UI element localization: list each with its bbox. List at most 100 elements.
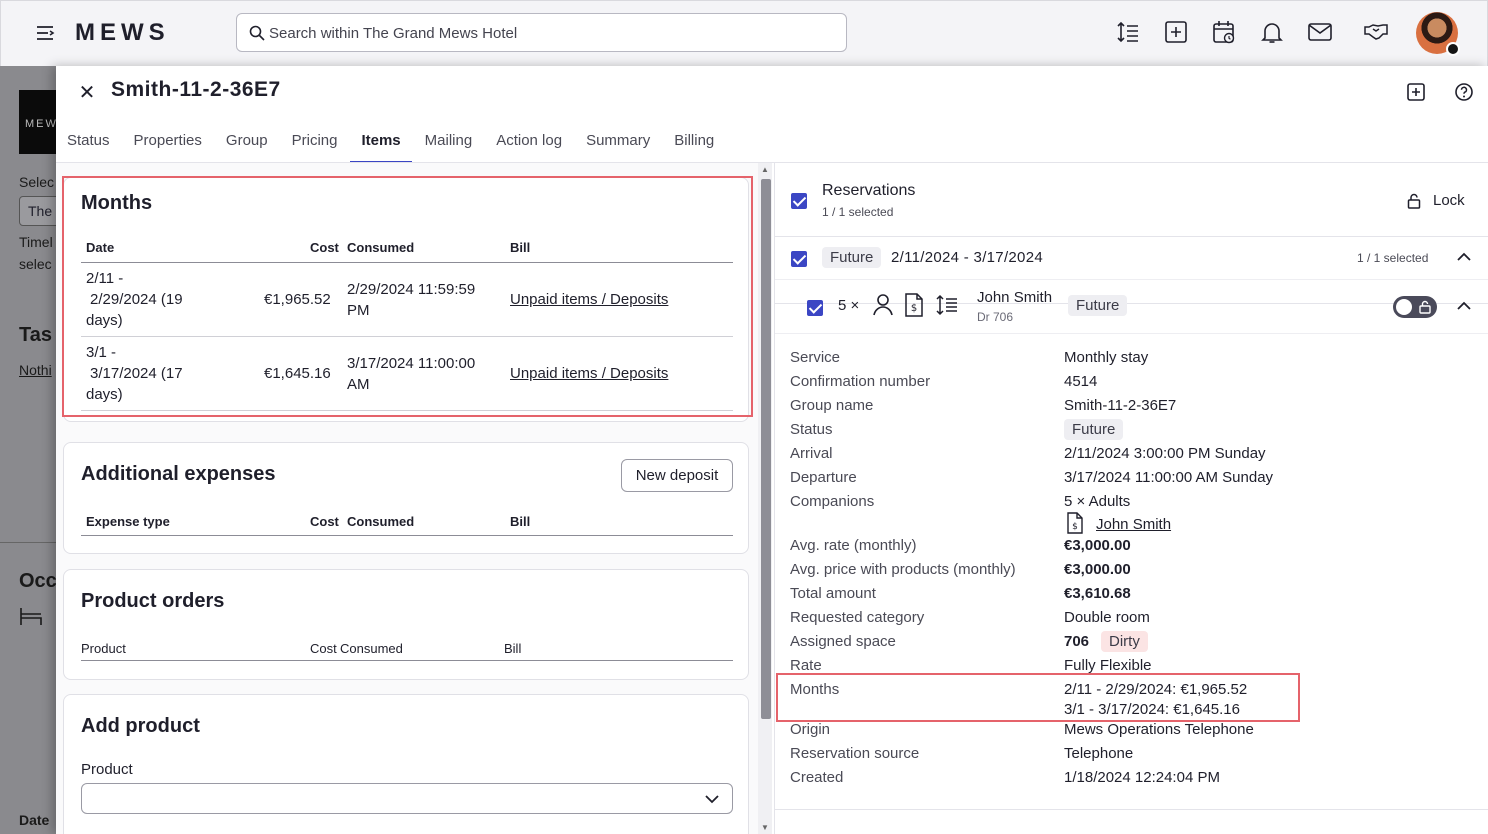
product-select[interactable] xyxy=(81,783,733,814)
product-orders-title: Product orders xyxy=(81,590,225,612)
product-orders-card: Product orders Product Cost Consumed Bil… xyxy=(63,569,749,680)
bill-link[interactable]: Unpaid items / Deposits xyxy=(510,363,668,384)
cost-cell: €1,965.52 xyxy=(264,291,331,308)
months-title: Months xyxy=(81,192,153,214)
background-select2: selec xyxy=(19,256,52,272)
user-avatar[interactable] xyxy=(1416,12,1460,56)
companions-label: Companions xyxy=(790,493,875,510)
room-number: Dr 706 xyxy=(977,310,1014,324)
col-consumed: Consumed xyxy=(347,514,415,529)
requested-label: Requested category xyxy=(790,609,925,626)
row-divider xyxy=(81,410,733,411)
invoice-icon: $ xyxy=(1067,512,1083,534)
tab-summary[interactable]: Summary xyxy=(586,126,650,163)
handshake-icon[interactable] xyxy=(1363,19,1389,45)
col-cost: Cost xyxy=(310,641,337,656)
arrival-label: Arrival xyxy=(790,445,833,462)
chevron-up-icon[interactable] xyxy=(1456,251,1472,263)
dirty-badge: Dirty xyxy=(1101,631,1148,652)
col-date: Date xyxy=(86,240,115,255)
scroll-down-icon[interactable]: ▼ xyxy=(761,823,769,832)
tab-action-log[interactable]: Action log xyxy=(496,126,562,163)
departure-label: Departure xyxy=(790,469,857,486)
source-value: Telephone xyxy=(1064,745,1134,762)
invoice-icon: $ xyxy=(905,293,923,317)
help-icon[interactable] xyxy=(1454,82,1474,102)
tab-items[interactable]: Items xyxy=(350,126,412,163)
add-panel-icon[interactable] xyxy=(1406,82,1426,102)
lock-button[interactable]: Lock xyxy=(1407,192,1469,212)
group-checkbox[interactable] xyxy=(791,251,807,267)
consumed-cell: 2/29/2024 11:59:59 PM xyxy=(347,281,476,319)
group-dates: 2/11/2024 - 3/17/2024 xyxy=(891,249,1043,266)
calendar-icon[interactable] xyxy=(1211,19,1237,45)
tab-mailing[interactable]: Mailing xyxy=(425,126,473,163)
col-bill: Bill xyxy=(510,514,531,529)
bed-icon xyxy=(20,608,42,625)
sort-icon[interactable] xyxy=(1115,19,1141,45)
status-dot-icon xyxy=(1446,42,1460,56)
reservations-selected: 1 / 1 selected xyxy=(822,205,894,219)
cost-cell: €1,645.16 xyxy=(264,365,331,382)
mail-icon[interactable] xyxy=(1307,19,1333,45)
total-label: Total amount xyxy=(790,585,876,602)
avg-price-label: Avg. price with products (monthly) xyxy=(790,561,1016,578)
bell-icon[interactable] xyxy=(1259,19,1285,45)
add-icon[interactable] xyxy=(1163,19,1189,45)
arrival-value: 2/11/2024 3:00:00 PM Sunday xyxy=(1064,445,1266,462)
companion-link[interactable]: John Smith xyxy=(1096,516,1171,533)
months-label: Months xyxy=(790,681,840,698)
col-bill: Bill xyxy=(504,641,522,656)
confirmation-label: Confirmation number xyxy=(790,373,931,390)
menu-icon[interactable] xyxy=(35,23,55,43)
status-badge: Future xyxy=(1064,419,1124,440)
reservations-checkbox[interactable] xyxy=(791,193,807,209)
guest-name[interactable]: John Smith xyxy=(977,289,1052,306)
reservation-checkbox[interactable] xyxy=(807,300,823,316)
reservations-column: Reservations 1 / 1 selected Lock Future … xyxy=(774,163,1488,834)
origin-label: Origin xyxy=(790,721,831,738)
assigned-value: 706 xyxy=(1064,633,1090,650)
bill-link[interactable]: Unpaid items / Deposits xyxy=(510,289,668,310)
search-input[interactable] xyxy=(269,22,829,44)
additional-expenses-title: Additional expenses xyxy=(81,463,276,485)
new-deposit-button[interactable]: New deposit xyxy=(621,459,733,492)
background-occupancy: Occ xyxy=(19,570,57,592)
tab-billing[interactable]: Billing xyxy=(674,126,714,163)
sort-icon xyxy=(936,294,957,316)
search-box[interactable] xyxy=(236,13,847,52)
chevron-up-icon[interactable] xyxy=(1456,300,1472,312)
scroll-thumb[interactable] xyxy=(761,179,771,719)
add-product-title: Add product xyxy=(81,715,200,737)
date-cell: 2/11 - 2/29/2024 (19 days) xyxy=(86,270,183,329)
status-label: Status xyxy=(790,421,833,438)
reservation-panel: ✕ Smith-11-2-36E7 Status Properties Grou… xyxy=(56,66,1488,834)
header-line xyxy=(81,262,733,263)
search-icon xyxy=(249,25,265,41)
mews-logo[interactable]: MEWS xyxy=(75,19,170,47)
avg-rate-value: €3,000.00 xyxy=(1064,537,1131,554)
tab-properties[interactable]: Properties xyxy=(134,126,202,163)
divider xyxy=(775,333,1488,334)
tab-status[interactable]: Status xyxy=(67,126,110,163)
person-icon xyxy=(873,294,893,316)
tab-bar: Status Properties Group Pricing Items Ma… xyxy=(56,126,727,164)
close-button[interactable]: ✕ xyxy=(76,82,98,104)
avg-price-value: €3,000.00 xyxy=(1064,561,1131,578)
departure-value: 3/17/2024 11:00:00 AM Sunday xyxy=(1064,469,1274,486)
consumed-cell: 3/17/2024 11:00:00 AM xyxy=(347,355,476,393)
col-cost: Cost xyxy=(310,514,339,529)
tab-pricing[interactable]: Pricing xyxy=(292,126,338,163)
header-line xyxy=(81,660,733,661)
reservations-title: Reservations xyxy=(822,182,916,199)
panel-title: Smith-11-2-36E7 xyxy=(111,78,281,101)
additional-expenses-card: Additional expenses New deposit Expense … xyxy=(63,442,749,554)
background-tasks-title: Tas xyxy=(19,324,52,346)
scroll-up-icon[interactable]: ▲ xyxy=(761,165,769,174)
left-scrollbar[interactable]: ▲ ▼ xyxy=(758,163,772,834)
svg-text:$: $ xyxy=(1072,522,1078,532)
lock-toggle[interactable] xyxy=(1393,296,1437,318)
divider xyxy=(775,279,1488,280)
tab-group[interactable]: Group xyxy=(226,126,268,163)
chevron-down-icon xyxy=(705,795,719,804)
